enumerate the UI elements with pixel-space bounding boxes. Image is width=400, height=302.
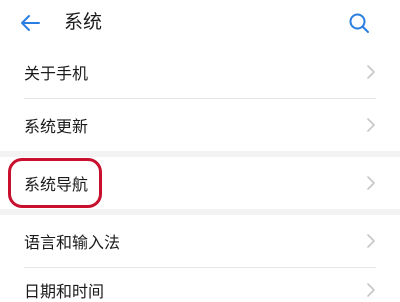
search-button[interactable]: [344, 8, 374, 38]
page-title: 系统: [64, 11, 103, 33]
settings-item-label: 日期和时间: [24, 282, 105, 301]
chevron-right-icon: [367, 65, 375, 79]
settings-item-system-update[interactable]: 系统更新: [0, 99, 400, 151]
search-icon: [349, 13, 369, 33]
settings-item-language-input[interactable]: 语言和输入法: [0, 215, 400, 267]
settings-item-date-time[interactable]: 日期和时间: [0, 268, 400, 301]
back-button[interactable]: [16, 9, 44, 37]
settings-item-system-navigation[interactable]: 系统导航: [0, 157, 400, 209]
settings-item-label: 系统导航: [24, 175, 89, 194]
settings-item-about-phone[interactable]: 关于手机: [0, 46, 400, 98]
back-arrow-icon: [21, 15, 40, 31]
settings-item-label: 语言和输入法: [24, 233, 121, 252]
app-header: 系统: [0, 0, 400, 45]
settings-item-label: 系统更新: [24, 117, 89, 136]
chevron-right-icon: [367, 118, 375, 132]
chevron-right-icon: [367, 234, 375, 248]
chevron-right-icon: [367, 176, 375, 190]
settings-item-label: 关于手机: [24, 64, 89, 83]
chevron-right-icon: [367, 283, 375, 297]
